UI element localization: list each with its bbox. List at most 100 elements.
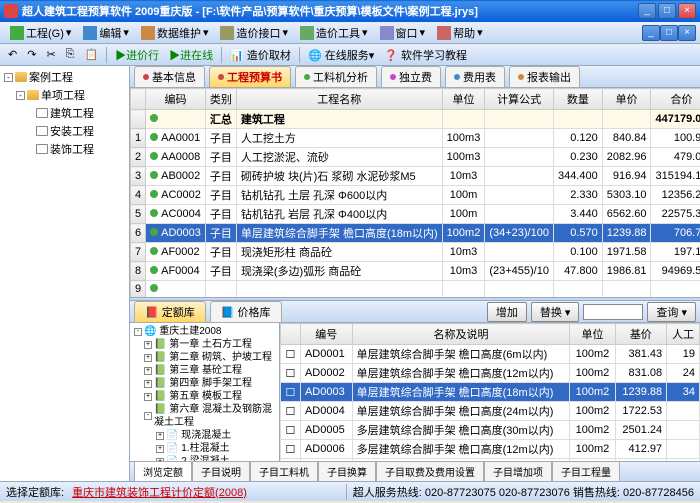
col-header[interactable] — [131, 89, 146, 110]
status-label: 选择定额库: — [6, 484, 64, 500]
quota-lib-link[interactable]: 重庆市建筑装饰工程计价定额(2008) — [72, 484, 247, 500]
tree-sub[interactable]: -单项工程 — [2, 86, 127, 104]
price-material-button[interactable]: 📊 造价取材 — [226, 45, 295, 65]
price-online-button[interactable]: ▶进在线 — [165, 45, 217, 65]
close-button[interactable]: × — [678, 3, 696, 19]
tree-item-decor[interactable]: 装饰工程 — [2, 140, 127, 158]
detail-tab[interactable]: 子目工程量 — [552, 461, 620, 481]
minimize-button[interactable]: _ — [638, 3, 656, 19]
col-header[interactable]: 工程名称 — [236, 89, 442, 110]
tools-icon — [300, 26, 314, 40]
table-row[interactable]: 8AF0004子目现浇梁(多边)弧形 商品砼10m3(23+455)/1047.… — [131, 262, 700, 281]
child-max-button[interactable]: □ — [660, 25, 678, 41]
detail-tab[interactable]: 子目工料机 — [250, 461, 318, 481]
btree-item[interactable]: +📄 现浇混凝土 — [132, 429, 277, 442]
table-row[interactable]: ☐AD0004单层建筑综合脚手架 檐口高度(24m以内)100m21722.53 — [281, 402, 700, 421]
search-input[interactable] — [583, 304, 643, 320]
btree-chapter[interactable]: +📗 第一章 土石方工程 — [132, 338, 277, 351]
status-hotline: 超人服务热线: 020-87723075 020-87723076 销售热线: … — [346, 484, 694, 500]
cut-button[interactable]: ✂ — [42, 46, 59, 63]
tree-root[interactable]: -案例工程 — [2, 68, 127, 86]
table-row[interactable]: ☐AD0003单层建筑综合脚手架 檐口高度(18m以内)100m21239.88… — [281, 383, 700, 402]
detail-tab[interactable]: 浏览定额 — [134, 461, 192, 481]
price-row-button[interactable]: ▶进价行 — [111, 45, 163, 65]
quota-tree[interactable]: -🌐 重庆土建2008+📗 第一章 土石方工程+📗 第二章 砌筑、护坡工程+📗 … — [130, 323, 280, 461]
budget-grid[interactable]: 编码类别工程名称单位计算公式数量单价合价汇总建筑工程447179.091AA00… — [130, 88, 700, 297]
btree-chapter[interactable]: +📗 第四章 脚手架工程 — [132, 377, 277, 390]
detail-tab[interactable]: 子目取费及费用设置 — [376, 461, 484, 481]
menu-data[interactable]: 数据维护▾ — [135, 23, 215, 43]
table-row[interactable]: ☐AD0006多层建筑综合脚手架 檐口高度(12m以内)100m2412.97 — [281, 440, 700, 459]
table-row[interactable]: ☐AD0002单层建筑综合脚手架 檐口高度(12m以内)100m2831.082… — [281, 364, 700, 383]
table-row[interactable]: 5AC0004子目钻机钻孔 岩层 孔深 Φ400以内100m3.4406562.… — [131, 205, 700, 224]
detail-tab[interactable]: 子目增加项 — [484, 461, 552, 481]
table-row[interactable]: 2AA0008子目人工挖淤泥、流砂100m30.2302082.96479.08 — [131, 148, 700, 167]
table-row[interactable]: 4AC0002子目钻机钻孔 土层 孔深 Φ600以内100m2.3305303.… — [131, 186, 700, 205]
table-row[interactable]: 6AD0003子目单层建筑综合脚手架 檐口高度(18m以内)100m2(34+2… — [131, 224, 700, 243]
maximize-button[interactable]: □ — [658, 3, 676, 19]
col-header[interactable]: 人工 — [667, 324, 700, 345]
col-header[interactable]: 计算公式 — [485, 89, 554, 110]
collapse-icon[interactable]: - — [16, 91, 25, 100]
table-row[interactable]: 9 — [131, 281, 700, 298]
col-header[interactable]: 单价 — [602, 89, 651, 110]
menu-tools[interactable]: 造价工具▾ — [294, 23, 374, 43]
btree-chapter[interactable]: -📗 第六章 混凝土及钢筋混凝土工程 — [132, 403, 277, 429]
replace-button[interactable]: 替换 ▾ — [531, 302, 580, 322]
collapse-icon[interactable]: - — [4, 73, 13, 82]
menu-window[interactable]: 窗口▾ — [374, 23, 432, 43]
btab-price[interactable]: 📘 价格库 — [210, 301, 282, 323]
col-header[interactable]: 单位 — [442, 89, 485, 110]
col-header[interactable]: 基价 — [615, 324, 667, 345]
dot-icon — [304, 74, 310, 80]
menu-help[interactable]: 帮助▾ — [431, 23, 489, 43]
col-header[interactable]: 数量 — [553, 89, 602, 110]
menu-project[interactable]: 工程(G)▾ — [4, 23, 77, 43]
col-header[interactable]: 类别 — [205, 89, 236, 110]
tab-budget[interactable]: 工程预算书 — [209, 66, 291, 88]
tree-item-install[interactable]: 安装工程 — [2, 122, 127, 140]
online-service-button[interactable]: 🌐 在线服务▾ — [304, 45, 378, 65]
table-row[interactable]: 7AF0002子目现浇矩形柱 商品砼10m30.1001971.58197.16 — [131, 243, 700, 262]
child-close-button[interactable]: × — [678, 25, 696, 41]
btree-chapter[interactable]: +📗 第五章 模板工程 — [132, 390, 277, 403]
row-icon — [150, 228, 158, 236]
col-header[interactable]: 编号 — [300, 324, 352, 345]
tutorial-button[interactable]: ❓ 软件学习教程 — [380, 45, 471, 65]
table-row[interactable]: 汇总建筑工程447179.09 — [131, 110, 700, 129]
col-header[interactable] — [281, 324, 301, 345]
query-button[interactable]: 查询 ▾ — [647, 302, 696, 322]
folder-icon — [27, 90, 39, 100]
col-header[interactable]: 单位 — [570, 324, 615, 345]
col-header[interactable]: 编码 — [146, 89, 206, 110]
btree-item[interactable]: +📄 1.柱混凝土 — [132, 442, 277, 455]
btree-chapter[interactable]: +📗 第三章 基砼工程 — [132, 364, 277, 377]
btree-chapter[interactable]: +📗 第二章 砌筑、护坡工程 — [132, 351, 277, 364]
menu-edit[interactable]: 编辑▾ — [77, 23, 135, 43]
tab-report[interactable]: 报表输出 — [509, 66, 580, 88]
copy-button[interactable]: ⎘ — [62, 46, 79, 63]
detail-tab[interactable]: 子目说明 — [192, 461, 250, 481]
table-row[interactable]: 1AA0001子目人工挖土方100m30.120840.84100.90 — [131, 129, 700, 148]
col-header[interactable]: 名称及说明 — [352, 324, 570, 345]
tree-item-building[interactable]: 建筑工程 — [2, 104, 127, 122]
redo-button[interactable]: ↷ — [23, 46, 40, 63]
paste-button[interactable]: 📋 — [80, 46, 102, 63]
menu-interface[interactable]: 造价接口▾ — [214, 23, 294, 43]
table-row[interactable]: ☐AD0001单层建筑综合脚手架 檐口高度(6m以内)100m2381.4319 — [281, 345, 700, 364]
tab-basic[interactable]: 基本信息 — [134, 66, 205, 88]
tab-analysis[interactable]: 工料机分析 — [295, 66, 377, 88]
table-row[interactable]: 3AB0002子目砌砖护坡 块(片)石 浆砌 水泥砂浆M510m3344.400… — [131, 167, 700, 186]
col-header[interactable]: 合价 — [651, 89, 700, 110]
detail-tab[interactable]: 子目换算 — [318, 461, 376, 481]
undo-button[interactable]: ↶ — [4, 46, 21, 63]
table-row[interactable]: ☐AD0005多层建筑综合脚手架 檐口高度(30m以内)100m22501.24 — [281, 421, 700, 440]
btab-quota[interactable]: 📕 定额库 — [134, 301, 206, 323]
add-button[interactable]: 增加 — [487, 302, 527, 322]
tab-fee[interactable]: 费用表 — [445, 66, 505, 88]
bottom-tabbar: 📕 定额库 📘 价格库 增加 替换 ▾ 查询 ▾ — [130, 301, 700, 323]
quota-grid[interactable]: 编号名称及说明单位基价人工☐AD0001单层建筑综合脚手架 檐口高度(6m以内)… — [280, 323, 700, 461]
child-min-button[interactable]: _ — [642, 25, 660, 41]
tab-indep[interactable]: 独立费 — [381, 66, 441, 88]
btree-root[interactable]: -🌐 重庆土建2008 — [132, 325, 277, 338]
